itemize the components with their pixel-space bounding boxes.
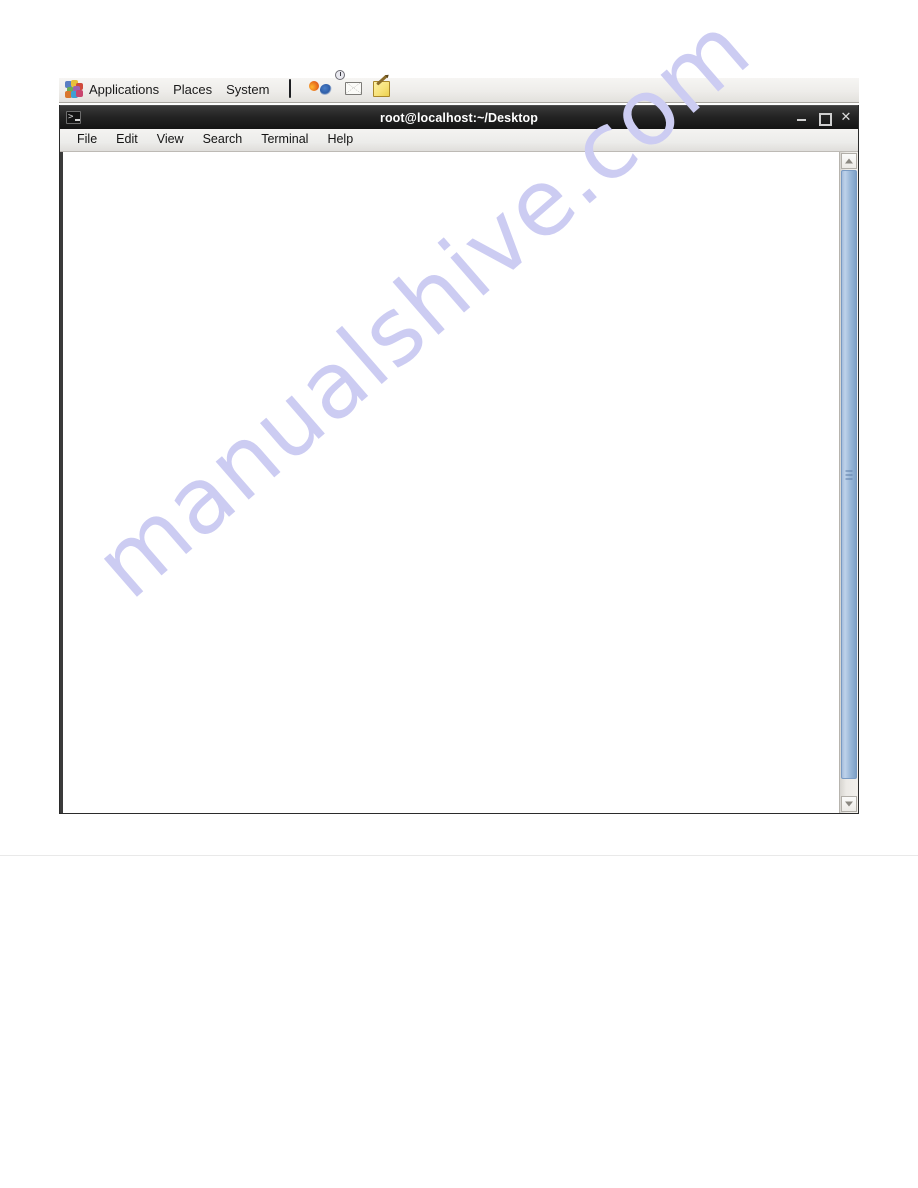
terminal-screen[interactable] (60, 152, 839, 813)
gnome-top-panel: Applications Places System (59, 69, 859, 103)
scrollbar-track[interactable] (841, 170, 857, 795)
database-launcher-icon[interactable] (289, 78, 310, 101)
window-controls: ✕ (796, 111, 852, 126)
maximize-button[interactable] (818, 111, 832, 126)
menu-item-file[interactable]: File (68, 130, 106, 150)
terminal-body (60, 152, 858, 813)
panel-menu-system[interactable]: System (219, 81, 276, 99)
menu-item-terminal[interactable]: Terminal (252, 130, 317, 150)
menu-item-search[interactable]: Search (194, 130, 252, 150)
window-titlebar[interactable]: root@localhost:~/Desktop ✕ (60, 105, 858, 129)
terminal-icon (66, 110, 81, 124)
panel-menu-applications-label: Applications (89, 82, 160, 97)
menu-item-edit[interactable]: Edit (107, 130, 147, 150)
scroll-up-icon[interactable] (841, 153, 857, 169)
scrollbar-thumb[interactable] (841, 170, 857, 780)
scroll-down-icon[interactable] (841, 796, 857, 812)
menu-item-help[interactable]: Help (318, 130, 362, 150)
page-canvas: Applications Places System root@localhos… (0, 0, 918, 1188)
close-button[interactable]: ✕ (840, 111, 852, 124)
terminal-window: root@localhost:~/Desktop ✕ File Edit Vie… (59, 105, 859, 814)
minimize-button[interactable] (796, 111, 808, 124)
scrollbar-grip-icon (845, 470, 853, 480)
panel-menu-places[interactable]: Places (166, 81, 219, 99)
panel-launcher-area (289, 69, 394, 101)
terminal-menubar: File Edit View Search Terminal Help (60, 129, 858, 152)
menu-item-view[interactable]: View (148, 130, 193, 150)
terminal-scrollbar[interactable] (839, 152, 858, 813)
page-divider (0, 855, 918, 856)
firefox-launcher-icon[interactable] (317, 80, 338, 101)
text-editor-launcher-icon[interactable] (373, 74, 394, 101)
evolution-mail-launcher-icon[interactable] (335, 69, 366, 101)
window-title: root@localhost:~/Desktop (379, 110, 538, 125)
gnome-applications-icon (65, 80, 84, 99)
panel-menu-applications[interactable]: Applications (59, 78, 166, 102)
